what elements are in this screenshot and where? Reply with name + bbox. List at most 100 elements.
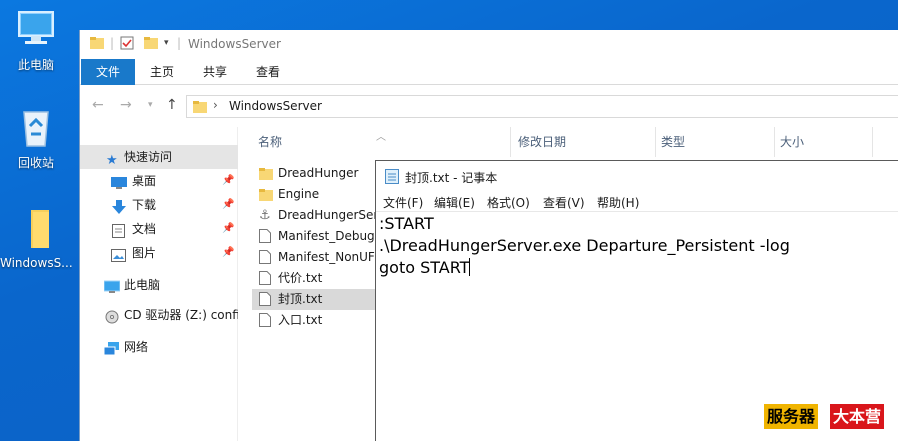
- separator: |: [110, 36, 115, 50]
- nav-label: 下载: [132, 198, 157, 212]
- chevron-right-icon: ›: [213, 98, 218, 112]
- watermark-part1: 服务器: [764, 404, 819, 429]
- new-folder-icon[interactable]: [144, 36, 158, 53]
- menu-file[interactable]: 文件(F): [383, 194, 423, 211]
- up-arrow-icon[interactable]: ↑: [166, 97, 178, 113]
- desktop-icon: [111, 174, 127, 193]
- watermark-part2: 大本营: [830, 404, 885, 429]
- desktop-icon-label: 此电脑: [17, 58, 54, 72]
- window-title: WindowsServer: [188, 37, 281, 51]
- nav-label: 桌面: [132, 174, 157, 188]
- column-divider[interactable]: [510, 127, 511, 157]
- text-file-icon: [259, 313, 271, 331]
- address-row: ← → ▾ ↑ › WindowsServer: [80, 85, 898, 127]
- tab-file[interactable]: 文件: [81, 59, 135, 85]
- explorer-titlebar: | ▾ | WindowsServer: [80, 30, 898, 59]
- pin-icon[interactable]: 📌: [222, 193, 234, 217]
- pin-icon[interactable]: 📌: [222, 217, 234, 241]
- nav-label: 文档: [132, 222, 157, 236]
- nav-label: 图片: [132, 246, 157, 260]
- recycle-bin-icon: [23, 111, 49, 147]
- navigation-pane: ★ 快速访问 桌面 📌 下载 📌 文档 📌 图片 📌 此电脑 CD 驱动器 (Z…: [80, 127, 238, 441]
- computer-icon: [103, 278, 121, 297]
- tab-home[interactable]: 主页: [140, 59, 184, 85]
- customize-toolbar-icon[interactable]: ▾: [164, 38, 169, 48]
- folder-icon: [193, 100, 207, 116]
- nav-this-pc[interactable]: 此电脑: [80, 273, 238, 297]
- column-divider[interactable]: [655, 127, 656, 157]
- folder-icon: [259, 166, 273, 184]
- cd-drive-icon: [105, 308, 119, 327]
- notepad-title: 封顶.txt - 记事本: [405, 171, 498, 185]
- ribbon-tabs: 文件 主页 共享 查看: [80, 59, 898, 85]
- nav-desktop[interactable]: 桌面 📌: [80, 169, 238, 193]
- desktop-icon-recycle-bin[interactable]: 回收站: [0, 104, 72, 171]
- column-divider[interactable]: [872, 127, 873, 157]
- address-bar[interactable]: › WindowsServer: [186, 95, 898, 118]
- nav-cd-drive[interactable]: CD 驱动器 (Z:) confi: [80, 303, 238, 327]
- folder-icon[interactable]: [90, 36, 104, 53]
- text-line-with-caret: goto START: [379, 257, 894, 279]
- nav-label: CD 驱动器 (Z:) confi: [124, 308, 238, 322]
- desktop-icon-label: WindowsS...: [0, 256, 72, 270]
- text-file-icon: [259, 229, 271, 247]
- properties-icon[interactable]: [120, 36, 134, 53]
- menu-help[interactable]: 帮助(H): [597, 194, 639, 211]
- nav-pictures[interactable]: 图片 📌: [80, 241, 238, 265]
- download-arrow-icon: [112, 198, 126, 217]
- text-line: .\DreadHungerServer.exe Departure_Persis…: [379, 236, 790, 255]
- nav-network[interactable]: 网络: [80, 335, 238, 359]
- nav-label: 快速访问: [124, 150, 173, 164]
- text-caret: [469, 258, 471, 276]
- anchor-app-icon: ⚓: [259, 208, 271, 223]
- nav-label: 此电脑: [124, 278, 161, 292]
- nav-downloads[interactable]: 下载 📌: [80, 193, 238, 217]
- sort-up-chevron-icon: ︿: [376, 132, 386, 143]
- column-header-modified[interactable]: 修改日期: [518, 127, 566, 157]
- desktop-icon-this-pc[interactable]: 此电脑: [0, 6, 72, 73]
- computer-icon: [18, 11, 54, 44]
- network-icon: [103, 340, 120, 359]
- folder-icon: [259, 187, 273, 205]
- separator: |: [177, 36, 182, 50]
- star-icon: ★: [106, 153, 118, 168]
- text-line: goto START: [379, 258, 470, 277]
- desktop: 此电脑 回收站 WindowsS... | ▾ | WindowsServer …: [0, 0, 898, 441]
- file-name: DreadHunger: [278, 166, 359, 180]
- notepad-menubar: 文件(F) 编辑(E) 格式(O) 查看(V) 帮助(H): [376, 191, 898, 212]
- file-name: 代价.txt: [278, 271, 323, 285]
- pin-icon[interactable]: 📌: [222, 169, 234, 193]
- file-name: 入口.txt: [278, 313, 323, 327]
- back-arrow-icon[interactable]: ←: [92, 97, 104, 113]
- file-name: 封顶.txt: [278, 292, 323, 306]
- column-header-size[interactable]: 大小: [780, 127, 804, 157]
- menu-edit[interactable]: 编辑(E): [434, 194, 475, 211]
- folder-icon: [31, 210, 49, 248]
- pin-icon[interactable]: 📌: [222, 241, 234, 265]
- text-file-icon: [259, 250, 271, 268]
- breadcrumb[interactable]: WindowsServer: [229, 99, 322, 113]
- notepad-window: 封顶.txt - 记事本 文件(F) 编辑(E) 格式(O) 查看(V) 帮助(…: [375, 160, 898, 441]
- nav-quick-access[interactable]: ★ 快速访问: [80, 145, 238, 169]
- column-header-type[interactable]: 类型: [661, 127, 685, 157]
- tab-view[interactable]: 查看: [246, 59, 290, 85]
- recent-locations-chevron-icon[interactable]: ▾: [148, 100, 153, 110]
- text-file-icon: [259, 271, 271, 289]
- menu-format[interactable]: 格式(O): [487, 194, 530, 211]
- nav-label: 网络: [124, 340, 149, 354]
- notepad-titlebar[interactable]: 封顶.txt - 记事本: [376, 161, 898, 191]
- desktop-icon-windowsserver[interactable]: WindowsS...: [0, 206, 72, 270]
- menu-view[interactable]: 查看(V): [543, 194, 585, 211]
- notepad-icon: [385, 168, 399, 187]
- text-file-icon: [259, 292, 271, 310]
- document-icon: [112, 222, 125, 241]
- desktop-icon-label: 回收站: [17, 156, 54, 170]
- forward-arrow-icon[interactable]: →: [120, 97, 132, 113]
- column-header-name[interactable]: 名称: [258, 127, 282, 157]
- file-name: Engine: [278, 187, 320, 201]
- column-divider[interactable]: [774, 127, 775, 157]
- pictures-icon: [111, 246, 126, 265]
- tab-share[interactable]: 共享: [193, 59, 237, 85]
- nav-documents[interactable]: 文档 📌: [80, 217, 238, 241]
- text-line: :START: [379, 214, 434, 233]
